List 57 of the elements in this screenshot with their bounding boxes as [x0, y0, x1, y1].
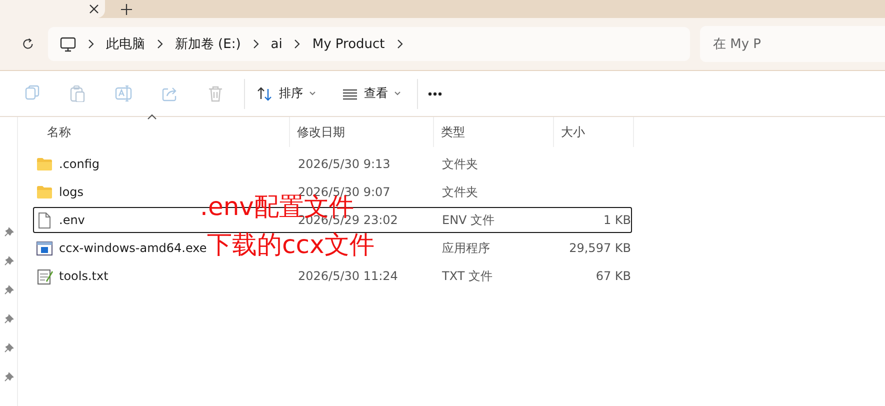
column-header[interactable]: 大小 — [554, 117, 634, 147]
address-bar[interactable]: 此电脑 新加卷 (E:) ai My Product — [48, 27, 690, 61]
caret-icon — [309, 91, 316, 96]
pin-icon[interactable] — [4, 227, 14, 237]
file-name: tools.txt — [59, 269, 108, 283]
chevron-icon[interactable] — [396, 39, 403, 49]
file-type: ENV 文件 — [442, 212, 495, 228]
breadcrumb[interactable]: ai — [270, 36, 282, 52]
annotation-text: 下载的ccx文件 — [207, 232, 374, 257]
breadcrumb[interactable]: My Product — [312, 36, 385, 52]
folder-icon — [36, 184, 53, 200]
refresh-icon[interactable] — [22, 37, 34, 51]
share-icon — [160, 85, 178, 102]
column-header[interactable]: 类型 — [434, 117, 554, 147]
sort-button[interactable]: 排序 — [251, 81, 322, 106]
caret-icon — [394, 91, 401, 96]
modified-date: 2026/5/30 9:13 — [298, 157, 390, 171]
rename-icon — [114, 85, 132, 102]
chevron-icon[interactable] — [156, 39, 163, 49]
pin-icon[interactable] — [4, 256, 14, 266]
breadcrumb[interactable]: 此电脑 — [106, 35, 145, 53]
pin-icon[interactable] — [4, 285, 14, 295]
file-size: 1 KB — [603, 213, 631, 227]
pin-icon[interactable] — [4, 314, 14, 324]
search-field[interactable]: 在 My P — [700, 26, 885, 62]
column-header[interactable]: 修改日期 — [290, 117, 434, 147]
chevron-icon[interactable] — [252, 39, 259, 49]
modified-date: 2026/5/30 11:24 — [298, 269, 398, 283]
application-icon — [36, 240, 53, 256]
close-icon[interactable] — [89, 4, 99, 14]
chevron-icon[interactable] — [88, 39, 94, 49]
document-icon — [36, 212, 53, 228]
column-header[interactable]: 名称 — [32, 117, 290, 147]
file-size: 67 KB — [596, 269, 631, 283]
file-name: logs — [59, 185, 84, 199]
file-type: 文件夹 — [442, 184, 478, 200]
monitor-icon — [60, 36, 76, 52]
copy-icon — [22, 85, 40, 102]
file-name: .env — [59, 213, 85, 227]
chevron-icon[interactable] — [294, 39, 300, 49]
file-type: 应用程序 — [442, 240, 490, 256]
trash-icon — [206, 85, 224, 102]
pin-icon[interactable] — [4, 372, 14, 382]
file-size: 29,597 KB — [569, 241, 631, 255]
breadcrumb[interactable]: 新加卷 (E:) — [174, 35, 241, 53]
sort-arrows-icon — [257, 86, 273, 102]
file-name: ccx-windows-amd64.exe — [59, 241, 207, 255]
file-name: .config — [59, 157, 100, 171]
file-type: 文件夹 — [442, 156, 478, 172]
pin-icon[interactable] — [4, 343, 14, 353]
file-type: TXT 文件 — [442, 268, 492, 284]
view-button[interactable]: 查看 — [336, 81, 407, 106]
folder-icon — [36, 156, 53, 172]
notepad-icon — [36, 268, 53, 284]
paste-icon — [68, 85, 86, 102]
plus-icon[interactable] — [121, 4, 132, 14]
more-icon[interactable] — [428, 92, 442, 96]
